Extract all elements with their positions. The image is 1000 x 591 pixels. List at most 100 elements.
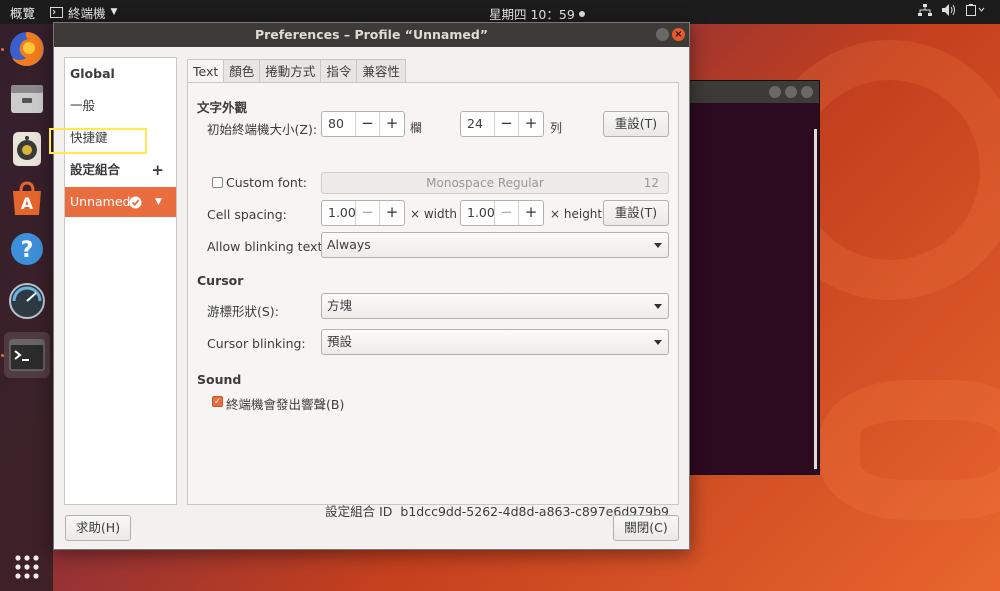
activities-button[interactable]: 概覽 xyxy=(0,3,48,22)
rows-value[interactable]: 24 xyxy=(461,112,495,136)
cursor-shape-value: 方塊 xyxy=(327,298,353,313)
terminal-launcher[interactable] xyxy=(4,332,50,378)
cursor-blink-label: Cursor blinking: xyxy=(207,336,306,351)
close-icon: × xyxy=(674,29,683,40)
clock-label: 星期四 10：59 xyxy=(489,7,575,22)
reset-spacing-button[interactable]: 重設(T) xyxy=(603,200,669,226)
columns-spinner[interactable]: 80 − + xyxy=(321,111,405,137)
width-spacing-value[interactable]: 1.00 xyxy=(322,201,356,225)
rows-increment-button[interactable]: + xyxy=(519,112,543,136)
running-indicator xyxy=(1,354,4,357)
chevron-down-icon: ▼ xyxy=(110,7,118,17)
height-increment-button[interactable]: + xyxy=(519,201,543,225)
height-spacing-spinner[interactable]: 1.00 − + xyxy=(460,200,544,226)
columns-unit-label: 欄 xyxy=(410,121,423,135)
cursor-shape-dropdown[interactable]: 方塊 xyxy=(321,293,669,319)
minimize-button[interactable] xyxy=(656,28,669,41)
terminal-scrollbar[interactable] xyxy=(814,129,817,469)
files-launcher[interactable] xyxy=(4,76,50,122)
svg-text:A: A xyxy=(21,194,34,213)
tab-bar: Text 顏色 捲動方式 指令 兼容性 xyxy=(187,59,406,83)
tab-text[interactable]: Text xyxy=(187,59,225,83)
close-window-button[interactable]: × xyxy=(672,28,685,41)
custom-font-checkbox[interactable] xyxy=(212,177,223,188)
reset-size-button[interactable]: 重設(T) xyxy=(603,111,669,137)
network-icon[interactable] xyxy=(918,4,932,16)
svg-text:?: ? xyxy=(21,238,34,263)
dropdown-arrow-icon xyxy=(654,243,662,248)
tab-colors[interactable]: 顏色 xyxy=(223,59,261,83)
height-spacing-value[interactable]: 1.00 xyxy=(461,201,495,225)
rows-unit-label: 列 xyxy=(550,121,563,135)
blink-text-label: Allow blinking text: xyxy=(207,239,327,254)
volume-icon[interactable] xyxy=(942,4,956,16)
sidebar-item-profile-unnamed[interactable]: Unnamed ▼ xyxy=(65,187,176,217)
app-menu[interactable]: 終端機 ▼ xyxy=(50,3,117,22)
help-icon: ? xyxy=(11,233,43,265)
close-button[interactable]: 關閉(C) xyxy=(613,515,679,541)
files-icon xyxy=(11,85,43,113)
initial-size-label: 初始終端機大小(Z): xyxy=(207,122,318,137)
software-launcher[interactable]: A xyxy=(4,176,50,222)
profiles-header-label: 設定組合 xyxy=(70,162,121,177)
top-bar: 概覽 終端機 ▼ 星期四 10：59 xyxy=(0,0,1000,24)
dock: A ? xyxy=(0,24,53,591)
system-tray[interactable] xyxy=(918,4,986,16)
font-name: Monospace Regular xyxy=(426,176,544,190)
blink-text-dropdown[interactable]: Always xyxy=(321,232,669,258)
cursor-blink-value: 預設 xyxy=(327,334,353,349)
notification-dot-icon xyxy=(578,10,585,17)
rhythmbox-launcher[interactable] xyxy=(4,126,50,172)
profile-id-label: 設定組合 ID xyxy=(325,504,393,519)
help-launcher[interactable]: ? xyxy=(4,226,50,272)
width-increment-button[interactable]: + xyxy=(380,201,404,225)
width-decrement-button[interactable]: − xyxy=(356,201,380,225)
terminal-small-icon xyxy=(50,6,63,18)
cursor-blink-dropdown[interactable]: 預設 xyxy=(321,329,669,355)
tab-scrolling[interactable]: 捲動方式 xyxy=(259,59,322,83)
custom-font-label: Custom font: xyxy=(226,175,307,190)
profile-name-label: Unnamed xyxy=(70,194,131,209)
font-size: 12 xyxy=(643,176,659,190)
add-profile-button[interactable]: + xyxy=(151,155,164,185)
show-apps-icon xyxy=(15,555,39,579)
width-spacing-spinner[interactable]: 1.00 − + xyxy=(321,200,405,226)
cursor-section-header: Cursor xyxy=(197,273,244,288)
running-indicator xyxy=(1,48,4,51)
power-icon[interactable] xyxy=(966,4,986,16)
system-monitor-launcher[interactable] xyxy=(4,278,50,324)
close-icon[interactable] xyxy=(801,86,813,98)
default-profile-check-icon xyxy=(129,196,142,209)
show-apps-button[interactable] xyxy=(4,544,50,590)
sidebar-item-general[interactable]: 一般 xyxy=(65,91,176,121)
width-unit-label: × width xyxy=(410,207,457,221)
columns-decrement-button[interactable]: − xyxy=(356,112,380,136)
minimize-icon[interactable] xyxy=(769,86,781,98)
bell-label: 終端機會發出響聲(B) xyxy=(226,397,345,412)
font-chooser-button[interactable]: Monospace Regular 12 xyxy=(321,172,669,194)
dropdown-arrow-icon xyxy=(654,340,662,345)
firefox-launcher[interactable] xyxy=(4,26,50,72)
bell-checkbox[interactable]: ✓ xyxy=(212,396,223,407)
rhythmbox-icon xyxy=(13,132,41,166)
sound-section-header: Sound xyxy=(197,372,242,387)
rows-decrement-button[interactable]: − xyxy=(495,112,519,136)
tab-compatibility[interactable]: 兼容性 xyxy=(356,59,406,83)
sidebar-header-global: Global xyxy=(70,66,115,81)
profile-menu-chevron-icon[interactable]: ▼ xyxy=(155,187,162,217)
dialog-title: Preferences – Profile “Unnamed” xyxy=(254,27,489,42)
appearance-section-header: 文字外觀 xyxy=(197,100,248,115)
terminal-icon xyxy=(9,339,45,371)
preferences-sidebar: Global 一般 快捷鍵 設定組合 + Unnamed ▼ xyxy=(49,57,177,505)
clock[interactable]: 星期四 10：59 xyxy=(489,4,585,23)
text-tab-panel: 文字外觀 初始終端機大小(Z): 80 − + 欄 24 − + 列 重設(T)… xyxy=(187,82,679,519)
highlight-annotation xyxy=(49,128,147,154)
maximize-icon[interactable] xyxy=(785,86,797,98)
columns-increment-button[interactable]: + xyxy=(380,112,404,136)
rows-spinner[interactable]: 24 − + xyxy=(460,111,544,137)
columns-value[interactable]: 80 xyxy=(322,112,356,136)
help-button[interactable]: 求助(H) xyxy=(65,515,131,541)
tab-command[interactable]: 指令 xyxy=(320,59,358,83)
dialog-titlebar[interactable]: Preferences – Profile “Unnamed” × xyxy=(54,23,689,47)
height-decrement-button[interactable]: − xyxy=(495,201,519,225)
